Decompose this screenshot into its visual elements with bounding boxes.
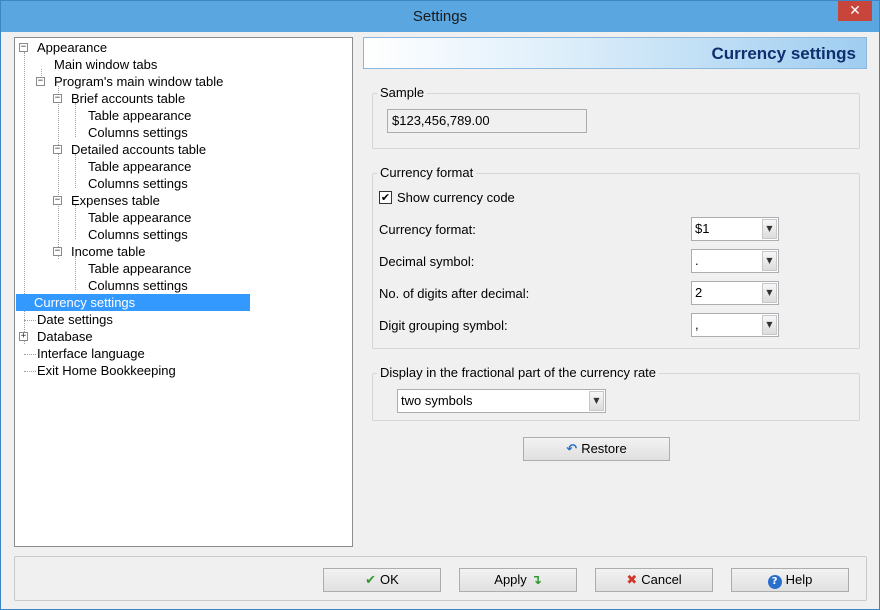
ok-label: OK: [380, 572, 399, 587]
apply-label: Apply: [494, 572, 527, 587]
currency-format-select[interactable]: $1 ▼: [691, 217, 779, 241]
close-icon: ✕: [849, 3, 861, 19]
collapse-icon[interactable]: −: [36, 77, 45, 86]
collapse-icon[interactable]: −: [53, 145, 62, 154]
fractional-part-group: Display in the fractional part of the cu…: [372, 365, 860, 421]
window-title: Settings: [412, 8, 468, 25]
digits-after-decimal-select[interactable]: 2 ▼: [691, 281, 779, 305]
help-button[interactable]: ? Help: [731, 568, 849, 592]
tree-item-table-appearance[interactable]: Table appearance: [85, 209, 194, 226]
fractional-part-select[interactable]: two symbols ▼: [397, 389, 606, 413]
currency-format-label: Currency format:: [379, 222, 476, 237]
cancel-button[interactable]: ✖ Cancel: [595, 568, 713, 592]
collapse-icon[interactable]: −: [53, 247, 62, 256]
bottom-button-bar: ✔ OK Apply ↴ ✖ Cancel ? Help: [14, 556, 867, 601]
tree-item-main-window-tabs[interactable]: Main window tabs: [51, 56, 160, 73]
expand-icon[interactable]: +: [19, 332, 28, 341]
digit-grouping-value: ,: [695, 317, 699, 332]
currency-format-group: Currency format ✔ Show currency code Cur…: [372, 165, 860, 349]
chevron-down-icon[interactable]: ▼: [762, 315, 777, 335]
section-title: Currency settings: [711, 44, 856, 63]
tree-line: [75, 205, 76, 239]
sample-field: $123,456,789.00: [387, 109, 587, 133]
tree-item-columns-settings[interactable]: Columns settings: [85, 277, 191, 294]
restore-button[interactable]: ↶ Restore: [523, 437, 670, 461]
check-icon: ✔: [380, 191, 391, 204]
tree-line: [75, 154, 76, 188]
tree-line: [58, 86, 59, 259]
chevron-down-icon[interactable]: ▼: [589, 391, 604, 411]
settings-window: Settings ✕ − Appearance Main window tabs…: [0, 0, 880, 610]
collapse-icon[interactable]: −: [19, 43, 28, 52]
tree-item-table-appearance[interactable]: Table appearance: [85, 158, 194, 175]
currency-settings-pane: Currency settings Sample $123,456,789.00…: [363, 37, 867, 547]
chevron-down-icon[interactable]: ▼: [762, 219, 777, 239]
digit-grouping-select[interactable]: , ▼: [691, 313, 779, 337]
check-icon: ✔: [365, 573, 377, 588]
tree-item-appearance[interactable]: Appearance: [34, 39, 110, 56]
tree-item-interface-language[interactable]: Interface language: [34, 345, 148, 362]
fractional-part-value: two symbols: [401, 393, 473, 408]
restore-label: Restore: [581, 441, 627, 456]
show-currency-code-checkbox[interactable]: ✔: [379, 191, 392, 204]
digit-grouping-label: Digit grouping symbol:: [379, 318, 508, 333]
tree-item-brief-accounts-table[interactable]: Brief accounts table: [68, 90, 188, 107]
currency-format-legend: Currency format: [377, 165, 477, 181]
undo-icon: ↶: [566, 442, 578, 457]
cancel-label: Cancel: [641, 572, 682, 587]
ok-button[interactable]: ✔ OK: [323, 568, 441, 592]
sample-legend: Sample: [377, 85, 428, 101]
tree-item-income-table[interactable]: Income table: [68, 243, 148, 260]
digits-after-decimal-value: 2: [695, 285, 703, 300]
digits-after-decimal-label: No. of digits after decimal:: [379, 286, 530, 301]
currency-format-value: $1: [695, 221, 710, 236]
tree-item-columns-settings[interactable]: Columns settings: [85, 124, 191, 141]
tree-item-expenses-table[interactable]: Expenses table: [68, 192, 163, 209]
fractional-part-legend: Display in the fractional part of the cu…: [377, 365, 660, 381]
chevron-down-icon[interactable]: ▼: [762, 251, 777, 271]
apply-button[interactable]: Apply ↴: [459, 568, 577, 592]
help-label: Help: [785, 572, 813, 587]
tree-item-database[interactable]: Database: [34, 328, 96, 345]
cancel-icon: ✖: [626, 573, 638, 588]
decimal-symbol-select[interactable]: . ▼: [691, 249, 779, 273]
tree-item-program-main-window-table[interactable]: Program's main window table: [51, 73, 226, 90]
title-bar[interactable]: Settings ✕: [1, 1, 879, 32]
settings-tree[interactable]: − Appearance Main window tabs − Program'…: [14, 37, 353, 547]
tree-item-detailed-accounts-table[interactable]: Detailed accounts table: [68, 141, 209, 158]
section-header: Currency settings: [363, 37, 867, 69]
arrow-down-icon: ↴: [530, 573, 542, 588]
tree-item-date-settings[interactable]: Date settings: [34, 311, 116, 328]
show-currency-code-label[interactable]: Show currency code: [397, 190, 515, 206]
close-button[interactable]: ✕: [838, 1, 872, 21]
collapse-icon[interactable]: −: [53, 196, 62, 205]
collapse-icon[interactable]: −: [53, 94, 62, 103]
chevron-down-icon[interactable]: ▼: [762, 283, 777, 303]
sample-group: Sample $123,456,789.00: [372, 85, 860, 149]
tree-item-table-appearance[interactable]: Table appearance: [85, 107, 194, 124]
tree-line: [75, 103, 76, 137]
tree-item-columns-settings[interactable]: Columns settings: [85, 226, 191, 243]
tree-item-exit-home-bookkeeping[interactable]: Exit Home Bookkeeping: [34, 362, 179, 379]
tree-line: [75, 256, 76, 290]
help-icon: ?: [767, 575, 782, 589]
decimal-symbol-value: .: [695, 253, 699, 268]
tree-item-table-appearance[interactable]: Table appearance: [85, 260, 194, 277]
tree-item-columns-settings[interactable]: Columns settings: [85, 175, 191, 192]
decimal-symbol-label: Decimal symbol:: [379, 254, 475, 269]
tree-item-currency-settings[interactable]: Currency settings: [16, 294, 250, 311]
